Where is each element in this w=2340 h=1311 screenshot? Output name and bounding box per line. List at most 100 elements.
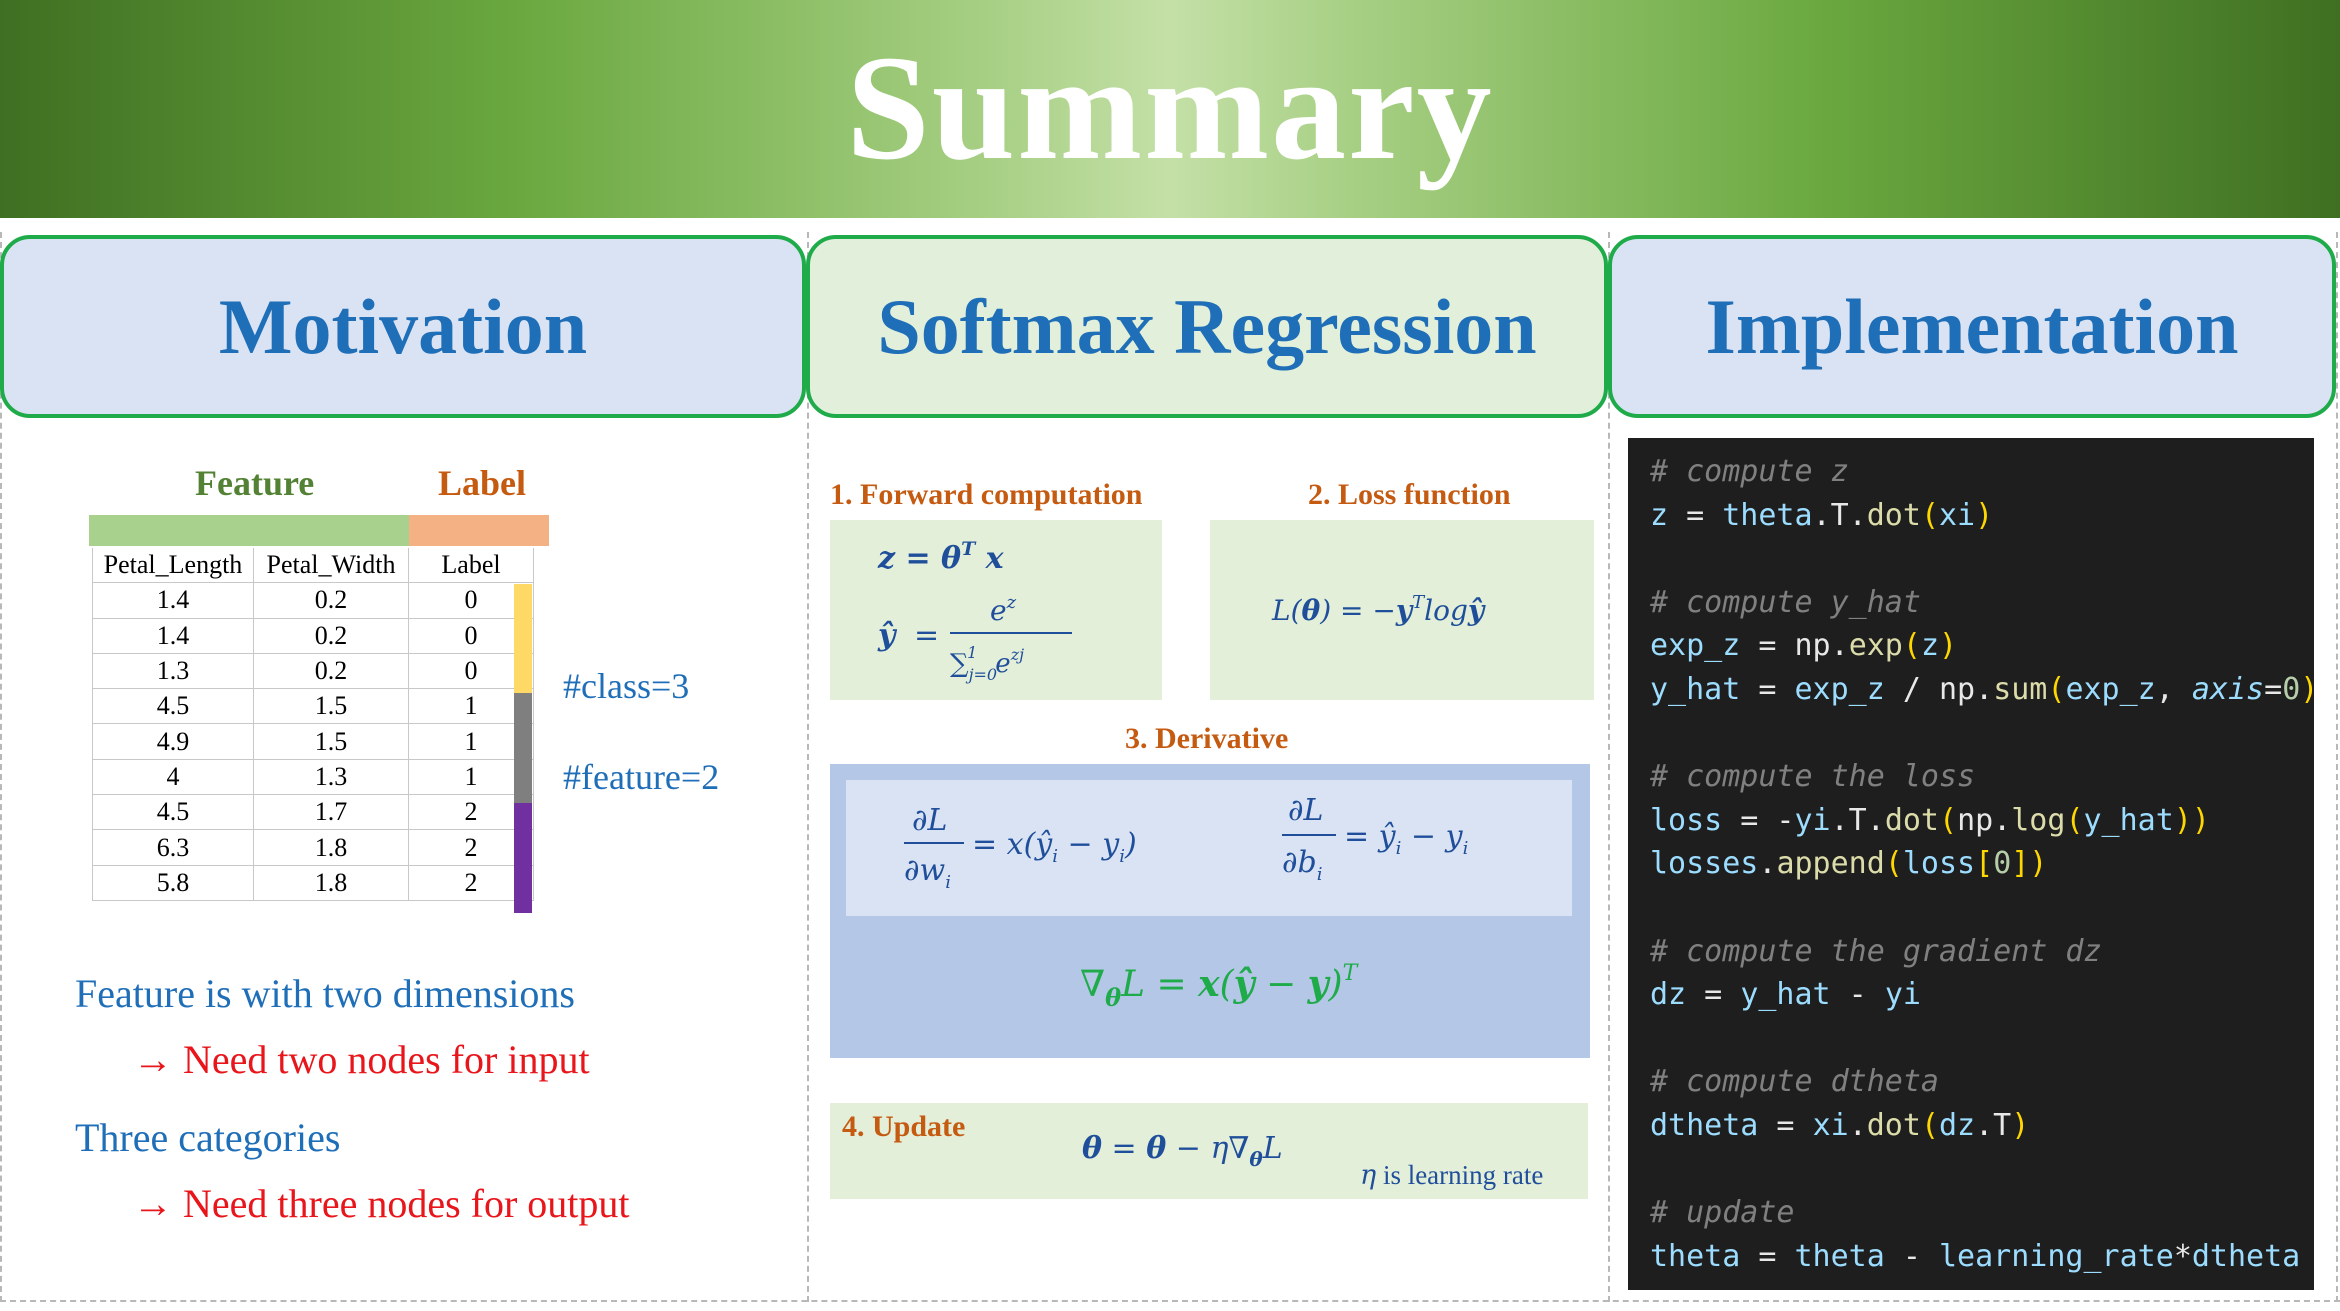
class2-marker — [514, 803, 532, 913]
table-row: 1.4 0.2 0 — [92, 582, 534, 619]
svg-text:∂wi: ∂wi — [904, 853, 951, 893]
table-row: 4.5 1.5 1 — [92, 688, 534, 725]
svg-text:∂bi: ∂bi — [1282, 845, 1322, 885]
table-cell: 1.4 — [92, 582, 254, 619]
feature-bar — [89, 515, 409, 546]
title-banner: Summary — [0, 0, 2340, 218]
code-line: losses.append(loss[0]) — [1650, 846, 2048, 882]
svg-text:θ = θ − η∇θL: θ = θ − η∇θL — [1082, 1131, 1283, 1171]
table-header-row: Petal_Length Petal_Width Label — [92, 548, 534, 584]
motivation-line-1: Feature is with two dimensions — [75, 971, 575, 1016]
class-count-note: #class=3 — [563, 666, 690, 706]
forward-equations: z = θT x ŷ = ez ∑j=01 ezj — [877, 538, 1072, 684]
svg-text:∂L: ∂L — [912, 803, 947, 838]
svg-text:∑j=01ezj: ∑j=01 ezj — [950, 643, 1024, 684]
table-cell: 0.2 — [253, 617, 409, 654]
partial-derivatives-box: ∂L ∂wi = x(ŷi − yi) ∂L ∂bi = ŷi − yi — [846, 780, 1572, 916]
svg-text:z = θT x: z = θT x — [877, 538, 1005, 576]
forward-title: 1. Forward computation — [830, 478, 1143, 511]
feature-count-note: #feature=2 — [563, 757, 720, 797]
motivation-header: Motivation — [0, 235, 806, 418]
table-cell: 6.3 — [92, 829, 254, 866]
table-cell: 4.5 — [92, 794, 254, 831]
arrow-right-icon: → — [133, 1037, 173, 1082]
update-title: 4. Update — [842, 1110, 966, 1143]
derivative-title: 3. Derivative — [1125, 722, 1289, 755]
table-cell: 1.8 — [253, 829, 409, 866]
code-comment: # compute the loss — [1650, 759, 1976, 795]
table-cell: 0.2 — [253, 582, 409, 619]
label-heading: Label — [438, 463, 527, 503]
code-block: # compute z z = theta.T.dot(xi) # comput… — [1628, 438, 2318, 1290]
label-bar — [409, 515, 549, 546]
code-comment: # compute dtheta — [1650, 1064, 1939, 1100]
svg-text:L(θ) = −yTlogŷ: L(θ) = −yTlogŷ — [1271, 592, 1486, 627]
softmax-header-label: Softmax Regression — [877, 282, 1537, 370]
table-row: 1.3 0.2 0 — [92, 652, 534, 690]
table-row: 4 1.3 1 — [92, 758, 534, 796]
table-row: 6.3 1.8 2 — [92, 829, 534, 866]
table-row: 5.8 1.8 2 — [92, 864, 534, 901]
code-blank — [1650, 537, 2314, 581]
table-row: 1.4 0.2 0 — [92, 617, 534, 654]
forward-box: z = θT x ŷ = ez ∑j=01 ezj — [830, 520, 1162, 700]
bottom-divider — [0, 1300, 2340, 1302]
code-comment: # compute the gradient dz — [1650, 933, 2102, 969]
update-equation: θ = θ − η∇θL — [1082, 1131, 1283, 1171]
learning-rate-text: is learning rate — [1382, 1160, 1544, 1190]
motivation-line-4: → Need three nodes for output — [133, 1180, 630, 1227]
learning-rate-note: η is learning rate — [1360, 1160, 1543, 1191]
svg-text:∇θL = x(ŷ − y)T: ∇θL = x(ŷ − y)T — [1080, 961, 1360, 1012]
motivation-line-3: Three categories — [75, 1115, 341, 1160]
implementation-header: Implementation — [1608, 235, 2336, 418]
code-line: loss = -yi.T.dot(np.log(y_hat)) — [1650, 802, 2210, 838]
table-row: 4.9 1.5 1 — [92, 723, 534, 760]
table-cell: 1.8 — [253, 864, 409, 901]
code-line: dz = y_hat - yi — [1650, 977, 1921, 1013]
code-comment: # compute y_hat — [1650, 584, 1921, 620]
motivation-line-2: → Need two nodes for input — [133, 1036, 590, 1083]
softmax-header: Softmax Regression — [806, 235, 1608, 418]
gradient-equation: ∇θL = x(ŷ − y)T — [1080, 961, 1360, 1012]
loss-box: L(θ) = −yTlogŷ — [1210, 520, 1594, 700]
iris-data-table: Petal_Length Petal_Width Label 1.4 0.2 0 1… — [92, 548, 534, 901]
code-blank — [1650, 1148, 2314, 1192]
code-blank — [1650, 886, 2314, 930]
code-blank — [1650, 1017, 2314, 1061]
eta-symbol: η — [1360, 1160, 1377, 1191]
column-header: Petal_Width — [253, 548, 409, 584]
svg-text:ez: ez — [990, 592, 1017, 627]
implementation-header-label: Implementation — [1705, 282, 2239, 370]
code-comment: # compute z — [1650, 454, 1849, 489]
table-cell: 1.3 — [253, 758, 409, 796]
svg-text:= ŷi − yi: = ŷi − yi — [1344, 819, 1468, 859]
table-row: 4.5 1.7 2 — [92, 794, 534, 831]
motivation-header-label: Motivation — [218, 282, 588, 370]
code-line: theta = theta - learning_rate*dtheta — [1650, 1238, 2301, 1274]
table-cell: 4.5 — [92, 688, 254, 725]
table-cell: 4.9 — [92, 723, 254, 760]
table-cell: 1.5 — [253, 723, 409, 760]
column-header: Petal_Length — [92, 548, 254, 584]
table-cell: 0.2 — [253, 652, 409, 690]
svg-text:= x(ŷi − yi): = x(ŷi − yi) — [972, 827, 1137, 867]
table-cell: 1.5 — [253, 688, 409, 725]
table-cell: 1.7 — [253, 794, 409, 831]
code-line: z = theta.T.dot(xi) — [1650, 497, 1994, 533]
class0-marker — [514, 584, 532, 693]
arrow-right-icon: → — [133, 1181, 173, 1226]
motivation-line-2-text: Need two nodes for input — [183, 1037, 590, 1082]
table-cell: 5.8 — [92, 864, 254, 901]
column-header: Label — [408, 548, 534, 584]
page-title: Summary — [846, 25, 1494, 191]
class1-marker — [514, 693, 532, 803]
svg-text:∂L: ∂L — [1288, 793, 1323, 828]
divider-right — [2336, 232, 2338, 1302]
code-blank — [1650, 712, 2314, 756]
partial-derivative-equations: ∂L ∂wi = x(ŷi − yi) ∂L ∂bi = ŷi − yi — [904, 793, 1468, 893]
code-comment: # update — [1650, 1195, 1795, 1231]
loss-title: 2. Loss function — [1308, 478, 1511, 511]
feature-heading: Feature — [195, 463, 315, 503]
code-line: dtheta = xi.dot(dz.T) — [1650, 1107, 2030, 1143]
svg-text:ŷ: ŷ — [877, 618, 898, 653]
